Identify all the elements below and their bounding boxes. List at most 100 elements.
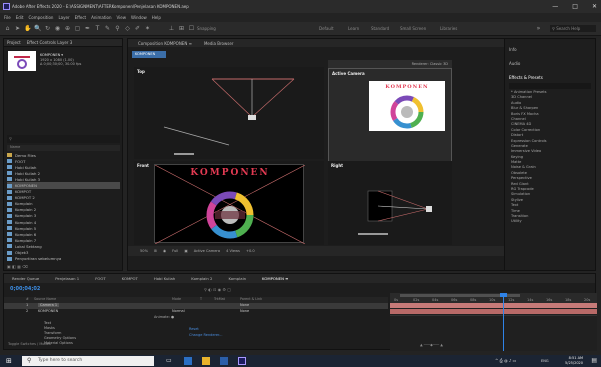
layer-row-komponen[interactable]: 2 KOMPONEN Normal None [4, 309, 388, 315]
edge-browser-icon[interactable] [184, 357, 192, 365]
layer-bar-camera[interactable] [390, 303, 597, 308]
effects-search-input[interactable] [509, 83, 591, 89]
layer-bar-komponen[interactable] [390, 309, 597, 314]
workspace-learn[interactable]: Learn [348, 26, 359, 31]
tab-composition[interactable]: Composition KOMPONEN ≡ [138, 41, 192, 46]
tab-media-browser[interactable]: Media Browser [204, 41, 234, 46]
menu-layer[interactable]: Layer [58, 15, 69, 20]
renderer-label[interactable]: Renderer: Classic 3D [412, 62, 448, 66]
toggle-switches-modes[interactable]: Toggle Switches / Modes [8, 342, 51, 346]
taskbar-clock[interactable]: 8:51 AM 5/25/2020 [565, 356, 583, 365]
tab-project[interactable]: Project [7, 40, 21, 45]
magnification-dropdown[interactable]: 50% [140, 249, 148, 253]
search-help-input[interactable]: ⚲ Search Help [550, 25, 596, 32]
views-dropdown[interactable]: 4 Views [226, 249, 240, 253]
grid-icon[interactable]: ⊞ [154, 249, 157, 253]
after-effects-taskbar-icon[interactable] [238, 357, 246, 365]
tab-kompot[interactable]: KOMPOT [122, 276, 138, 281]
brush-tool-icon[interactable]: ✎ [104, 25, 111, 32]
camera-dropdown[interactable]: Active Camera [194, 249, 220, 253]
tab-render-queue[interactable]: Render Queue [12, 276, 39, 281]
tab-effect-controls[interactable]: Effect Controls Layer 3 [27, 40, 73, 45]
tab-info[interactable]: Info [509, 47, 517, 52]
type-tool-icon[interactable]: T [94, 25, 101, 32]
world-axis-icon[interactable]: ⊞ [178, 25, 185, 32]
comp-navigator-chip[interactable]: KOMPONEN [132, 51, 166, 58]
taskbar-search-input[interactable]: ⚲ Type here to search [22, 356, 154, 366]
workspace-standard[interactable]: Standard [371, 26, 389, 31]
layer-name[interactable]: Camera 1 [38, 303, 60, 307]
selection-tool-icon[interactable]: ➤ [14, 25, 21, 32]
tab-penjelasan-1[interactable]: Penjelasan 1 [55, 276, 79, 281]
rectangle-tool-icon[interactable]: ▢ [74, 25, 81, 32]
clone-stamp-tool-icon[interactable]: ⚲ [114, 25, 121, 32]
pan-behind-tool-icon[interactable]: ⊕ [64, 25, 71, 32]
system-tray-icons[interactable]: ^ ⎙ ◍ ♪ ▭ [495, 358, 516, 363]
hand-tool-icon[interactable]: ✋ [24, 25, 31, 32]
close-button[interactable]: ✕ [592, 3, 597, 10]
transform-reset-link[interactable]: Reset [189, 327, 199, 331]
project-column-name[interactable]: Name [7, 145, 120, 151]
notification-icon[interactable]: ▤ [591, 357, 597, 364]
tab-foot[interactable]: FOOT [95, 276, 105, 281]
menu-edit[interactable]: Edit [16, 15, 24, 20]
tab-hobi-kuliah[interactable]: Hobi Kuliah [154, 276, 175, 281]
view-top[interactable]: Top [134, 67, 324, 159]
layer-property[interactable]: Material Options [44, 341, 194, 346]
roto-brush-tool-icon[interactable]: ✐ [134, 25, 141, 32]
time-ruler[interactable]: 0s 02s 04s 06s 08s 10s 12s 14s 16s 18s 20s [390, 293, 597, 303]
menu-help[interactable]: Help [152, 15, 161, 20]
change-renderer-link[interactable]: Change Renderer... [189, 333, 223, 337]
region-icon[interactable]: ▣ [184, 249, 187, 253]
home-icon[interactable]: ⌂ [4, 25, 11, 32]
pen-tool-icon[interactable]: ✒ [84, 25, 91, 32]
workspace-small-screen[interactable]: Small Screen [400, 26, 426, 31]
tab-komplain[interactable]: Komplain [228, 276, 246, 281]
windows-start-icon[interactable]: ⊞ [6, 357, 12, 365]
exposure-value[interactable]: +0.0 [246, 249, 255, 253]
layer-parent[interactable]: None [240, 309, 249, 313]
timeline-track-area[interactable]: 0s 02s 04s 06s 08s 10s 12s 14s 16s 18s 20s ▲ ───◆─… [390, 293, 597, 351]
workspace-libraries[interactable]: Libraries [440, 26, 457, 31]
menu-window[interactable]: Window [131, 15, 147, 20]
camera-tool-icon[interactable]: ◉ [54, 25, 61, 32]
local-axis-icon[interactable]: ⊥ [168, 25, 175, 32]
word-icon[interactable] [220, 357, 228, 365]
zoom-slider[interactable]: ▲ ───◆─── ▲ [420, 343, 443, 347]
zoom-tool-icon[interactable]: 🔍 [34, 25, 41, 32]
layer-mode[interactable]: Normal [172, 309, 185, 313]
animate-menu[interactable]: Animate: ● [154, 315, 174, 319]
workspace-default[interactable]: Default [319, 26, 334, 31]
workspace-menu-icon[interactable]: » [535, 25, 542, 32]
tab-komplain-2[interactable]: Komplain 2 [191, 276, 212, 281]
timeline-switch-icons[interactable]: ⚲ ◐ ⊡ ◉ ⚙ ▢ [204, 287, 231, 292]
tab-effects-presets[interactable]: Effects & Presets [509, 75, 543, 80]
snapping-checkbox[interactable]: ☐ [188, 25, 195, 32]
project-item[interactable]: Penyortiran sebelumnya [7, 256, 120, 262]
puppet-tool-icon[interactable]: ✶ [144, 25, 151, 32]
layer-name[interactable]: KOMPONEN [38, 309, 58, 313]
menu-animation[interactable]: Animation [91, 15, 111, 20]
effect-category[interactable]: Utility [505, 219, 597, 224]
menu-file[interactable]: File [4, 15, 11, 20]
current-time-indicator-handle[interactable] [500, 293, 507, 297]
view-front[interactable]: Front KOMPONEN [134, 161, 324, 245]
rotate-tool-icon[interactable]: ↻ [44, 25, 51, 32]
menu-view[interactable]: View [117, 15, 127, 20]
task-view-icon[interactable]: ▭ [166, 357, 174, 365]
menu-effect[interactable]: Effect [75, 15, 87, 20]
eraser-tool-icon[interactable]: ◇ [124, 25, 131, 32]
tab-komponen[interactable]: KOMPONEN ≡ [262, 276, 288, 281]
maximize-button[interactable]: □ [572, 3, 578, 10]
layer-parent[interactable]: None [240, 303, 249, 307]
view-right[interactable]: Right [328, 161, 452, 245]
file-explorer-icon[interactable] [202, 357, 210, 365]
language-indicator[interactable]: ENG [541, 359, 549, 363]
current-time-indicator[interactable] [503, 293, 504, 351]
resolution-dropdown[interactable]: Full [172, 249, 178, 253]
project-search-input[interactable]: ⚲ [7, 135, 120, 143]
minimize-button[interactable]: — [552, 3, 558, 10]
tab-audio[interactable]: Audio [509, 61, 520, 66]
menu-composition[interactable]: Composition [28, 15, 53, 20]
current-time-display[interactable]: 0;00;04;02 [10, 286, 40, 292]
